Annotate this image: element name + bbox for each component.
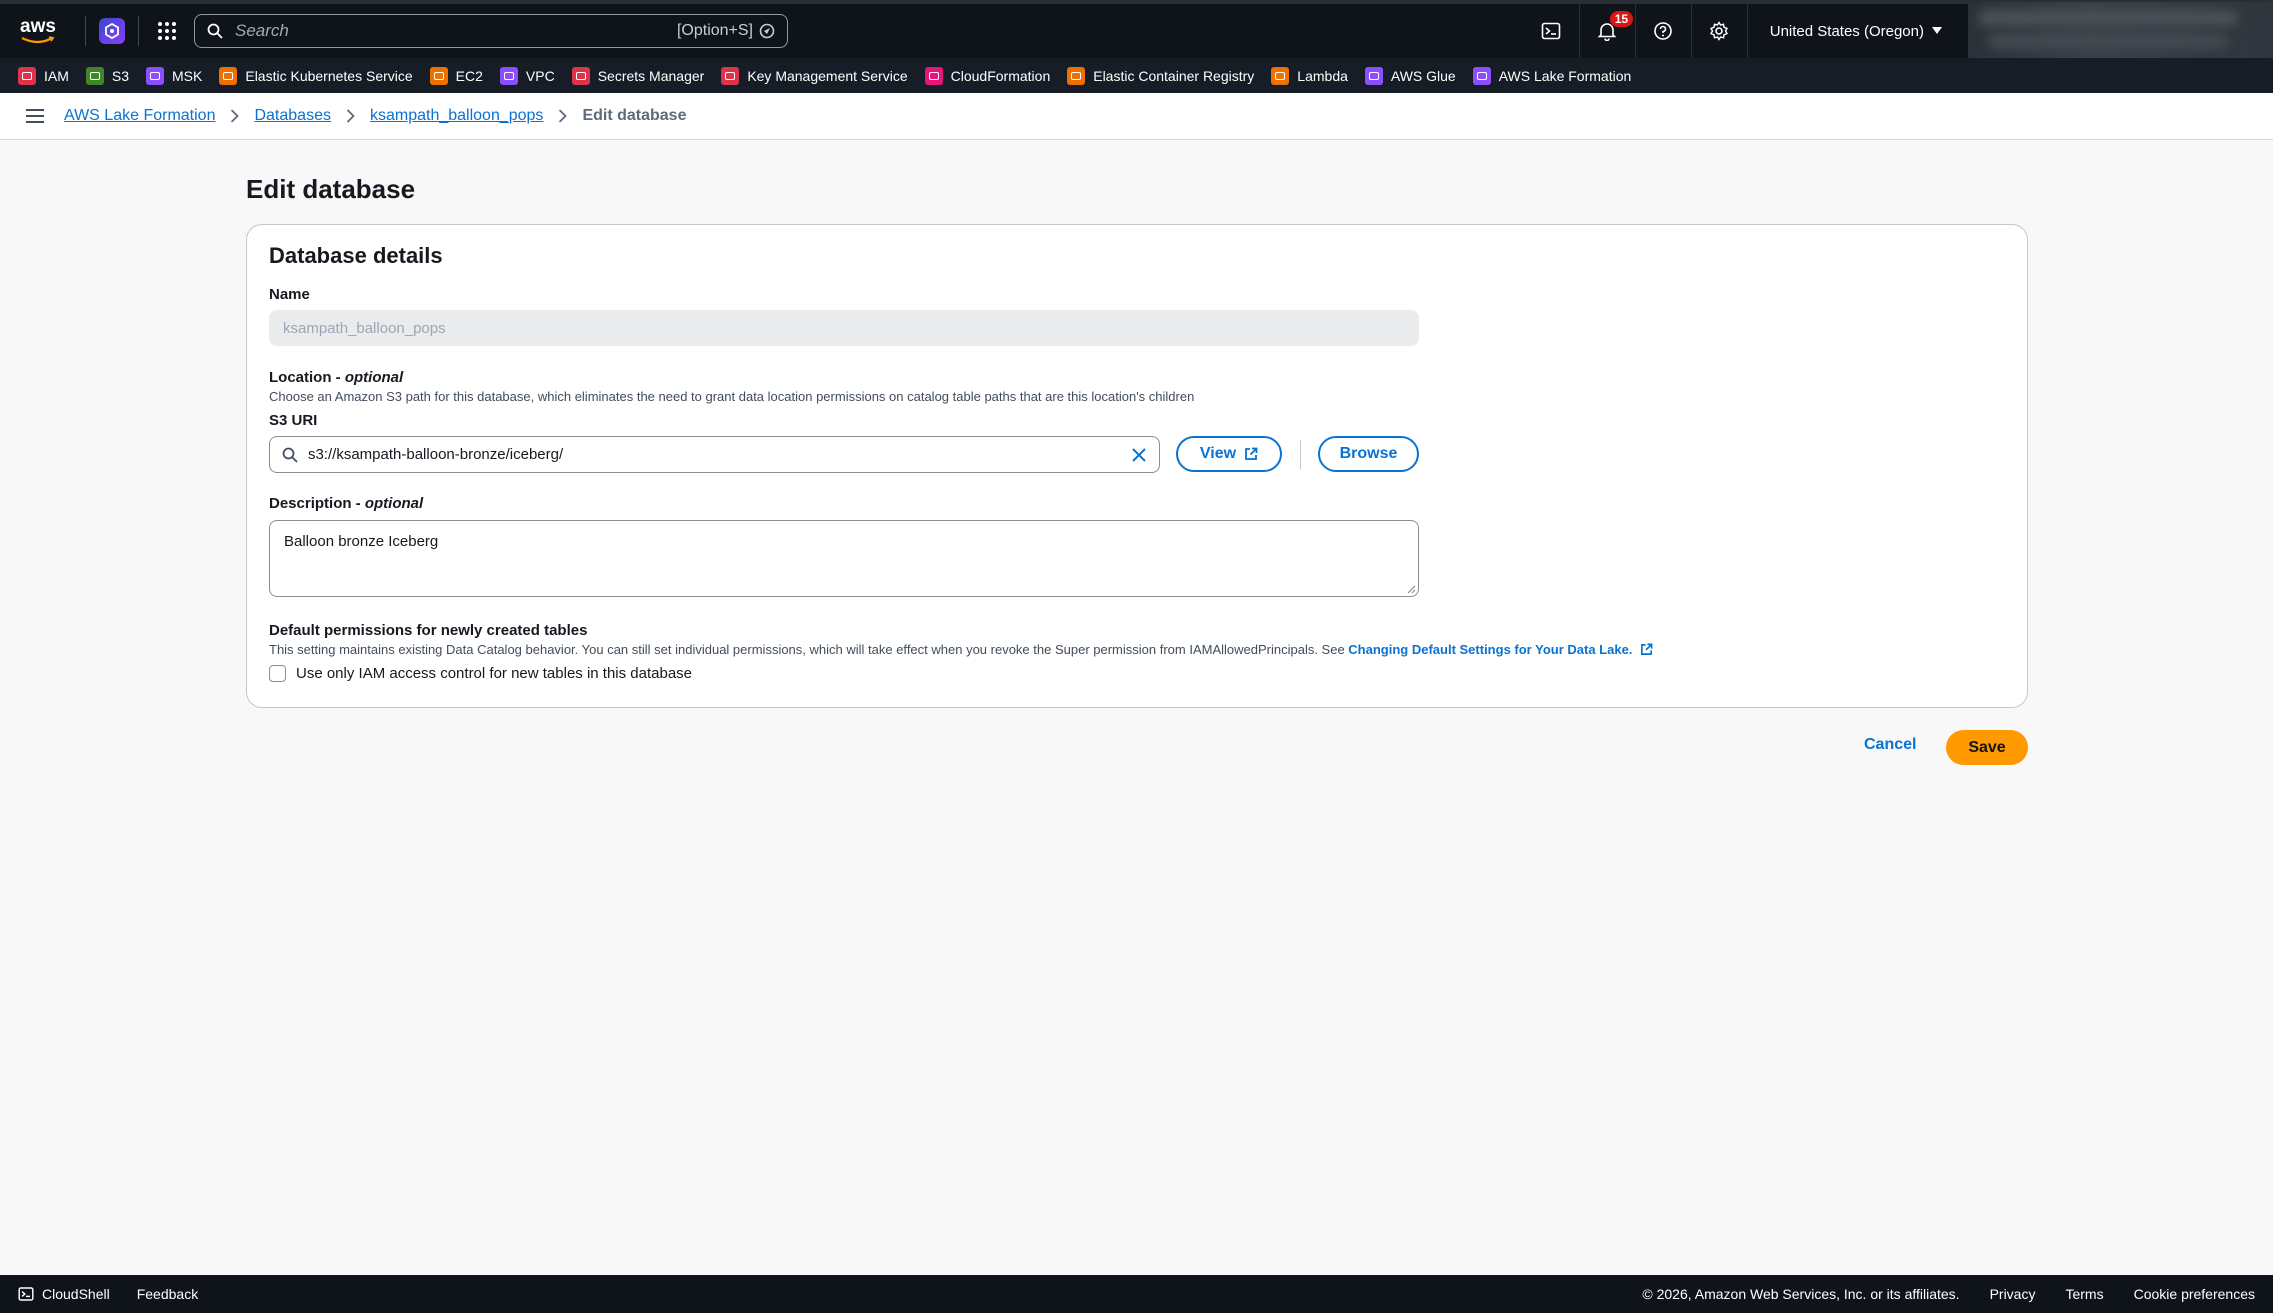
search-placeholder: Search <box>235 21 289 40</box>
feedback-link[interactable]: Feedback <box>137 1286 198 1302</box>
footer: CloudShell Feedback © 2026, Amazon Web S… <box>0 1275 2273 1313</box>
search-assist-icon[interactable] <box>759 23 775 39</box>
account-menu[interactable] <box>1968 2 2273 60</box>
notification-badge: 15 <box>1609 11 1634 27</box>
amazon-q-icon[interactable] <box>99 18 125 44</box>
region-selector[interactable]: United States (Oregon) <box>1746 2 1968 60</box>
iam-icon <box>18 66 36 85</box>
cookie-preferences-link[interactable]: Cookie preferences <box>2134 1286 2255 1302</box>
chevron-right-icon <box>230 109 240 123</box>
iam-access-control-label[interactable]: Use only IAM access control for new tabl… <box>296 665 692 682</box>
description-textarea[interactable]: Balloon bronze Iceberg <box>269 520 1419 597</box>
favorite-secrets-manager[interactable]: Secrets Manager <box>571 66 704 85</box>
lambda-icon <box>1271 66 1290 85</box>
favorite-ec2[interactable]: EC2 <box>429 66 483 85</box>
breadcrumb-lake-formation[interactable]: AWS Lake Formation <box>64 107 215 125</box>
cloudshell-icon[interactable] <box>1523 2 1579 60</box>
cloudformation-icon <box>924 66 943 85</box>
section-title: Database details <box>269 243 443 268</box>
breadcrumb-databases[interactable]: Databases <box>254 107 331 125</box>
iam-access-control-option: Use only IAM access control for new tabl… <box>269 665 692 682</box>
description-value: Balloon bronze Iceberg <box>284 533 439 550</box>
favorite-s3[interactable]: S3 <box>85 66 129 85</box>
default-permissions-hint: This setting maintains existing Data Cat… <box>269 642 1653 657</box>
search-input[interactable]: Search [Option+S] <box>194 14 788 48</box>
breadcrumb: AWS Lake Formation Databases ksampath_ba… <box>64 107 686 125</box>
ecr-icon <box>1067 66 1086 85</box>
favorite-lambda[interactable]: Lambda <box>1271 66 1348 85</box>
privacy-link[interactable]: Privacy <box>1990 1286 2036 1302</box>
favorite-glue[interactable]: AWS Glue <box>1364 66 1456 85</box>
breadcrumb-current: Edit database <box>582 107 687 124</box>
description-label: Description - optional <box>269 495 424 512</box>
external-link-icon <box>1641 643 1653 655</box>
s3-icon <box>85 66 104 85</box>
notifications-icon[interactable]: 15 <box>1578 2 1635 60</box>
name-value: ksampath_balloon_pops <box>283 319 446 337</box>
chevron-right-icon <box>558 109 568 123</box>
menu-icon[interactable] <box>18 109 52 123</box>
region-label: United States (Oregon) <box>1769 22 1924 40</box>
help-icon[interactable] <box>1634 2 1691 60</box>
cancel-button[interactable]: Cancel <box>1864 736 1916 754</box>
caret-down-icon <box>1932 27 1942 34</box>
services-menu-icon[interactable] <box>152 16 182 46</box>
clear-icon[interactable] <box>1131 447 1147 463</box>
page-title: Edit database <box>246 174 416 204</box>
aws-logo-text: aws <box>20 16 56 37</box>
favorite-msk[interactable]: MSK <box>146 66 202 85</box>
favorite-vpc[interactable]: VPC <box>499 66 555 85</box>
save-button[interactable]: Save <box>1946 730 2028 765</box>
aws-logo[interactable]: aws <box>18 16 58 44</box>
s3-uri-input[interactable]: s3://ksampath-balloon-bronze/iceberg/ <box>269 436 1160 473</box>
favorite-cloudformation[interactable]: CloudFormation <box>924 66 1050 85</box>
resize-handle-icon[interactable] <box>1406 584 1416 594</box>
top-navigation: aws Search [Option+S] 15 United States (… <box>0 0 2273 60</box>
copyright: © 2026, Amazon Web Services, Inc. or its… <box>1642 1286 1960 1302</box>
cloudshell-icon <box>18 1287 34 1301</box>
kms-icon <box>721 66 740 85</box>
glue-icon <box>1364 66 1383 85</box>
chevron-right-icon <box>346 109 355 123</box>
aws-smile-icon <box>21 36 55 44</box>
external-link-icon <box>1245 447 1258 460</box>
lake-formation-icon <box>1472 66 1491 85</box>
favorite-eks[interactable]: Elastic Kubernetes Service <box>219 66 413 85</box>
name-field: ksampath_balloon_pops <box>269 310 1419 346</box>
settings-icon[interactable] <box>1690 2 1747 60</box>
search-icon <box>282 447 298 463</box>
cloudshell-button[interactable]: CloudShell <box>18 1286 110 1302</box>
s3-uri-label: S3 URI <box>269 412 318 429</box>
s3-uri-value: s3://ksampath-balloon-bronze/iceberg/ <box>308 446 564 463</box>
favorite-ecr[interactable]: Elastic Container Registry <box>1067 66 1254 85</box>
favorite-lake-formation[interactable]: AWS Lake Formation <box>1472 66 1631 85</box>
favorite-iam[interactable]: IAM <box>18 66 69 85</box>
vpc-icon <box>499 66 518 85</box>
name-label: Name <box>269 286 310 303</box>
changing-default-settings-link[interactable]: Changing Default Settings for Your Data … <box>1348 642 1632 657</box>
ec2-icon <box>429 66 448 85</box>
breadcrumb-bar: AWS Lake Formation Databases ksampath_ba… <box>0 93 2273 140</box>
search-shortcut: [Option+S] <box>676 22 753 39</box>
browse-button[interactable]: Browse <box>1318 436 1419 472</box>
terms-link[interactable]: Terms <box>2065 1286 2103 1302</box>
view-button[interactable]: View <box>1176 436 1282 472</box>
iam-access-control-checkbox[interactable] <box>269 665 286 682</box>
eks-icon <box>219 66 238 85</box>
location-hint: Choose an Amazon S3 path for this databa… <box>269 389 1195 404</box>
msk-icon <box>146 66 165 85</box>
breadcrumb-database[interactable]: ksampath_balloon_pops <box>370 107 543 125</box>
database-details-card: Database details Name ksampath_balloon_p… <box>246 224 2028 708</box>
favorite-kms[interactable]: Key Management Service <box>721 66 908 85</box>
location-label: Location - optional <box>269 369 404 386</box>
search-icon <box>207 23 223 39</box>
secrets-manager-icon <box>571 66 590 85</box>
default-permissions-label: Default permissions for newly created ta… <box>269 622 588 639</box>
favorites-bar: IAM S3 MSK Elastic Kubernetes Service EC… <box>0 58 2273 93</box>
